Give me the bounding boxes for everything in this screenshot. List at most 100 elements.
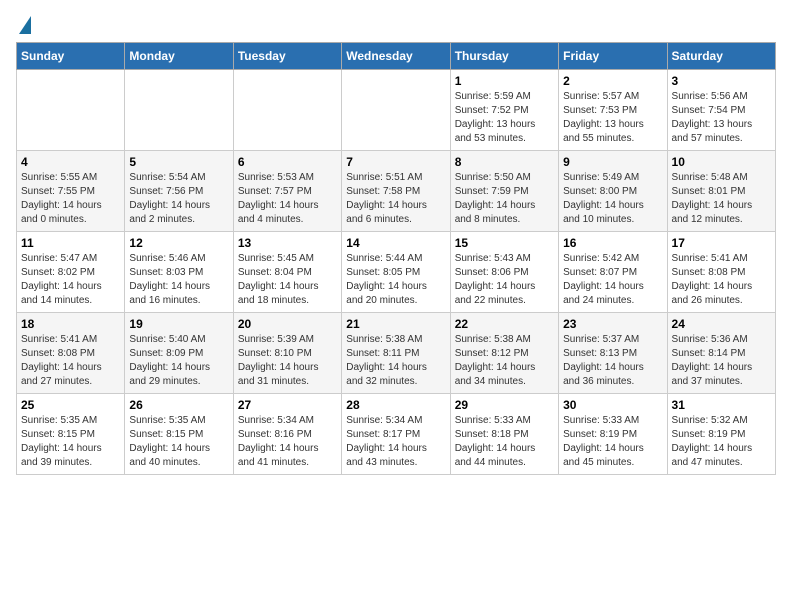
day-header-saturday: Saturday [667,43,775,70]
calendar-cell: 6Sunrise: 5:53 AM Sunset: 7:57 PM Daylig… [233,151,341,232]
day-info: Sunrise: 5:35 AM Sunset: 8:15 PM Dayligh… [21,414,120,470]
calendar-cell: 22Sunrise: 5:38 AM Sunset: 8:12 PM Dayli… [450,313,558,394]
calendar-cell [233,70,341,151]
day-info: Sunrise: 5:47 AM Sunset: 8:02 PM Dayligh… [21,252,120,308]
day-info: Sunrise: 5:33 AM Sunset: 8:18 PM Dayligh… [455,414,554,470]
day-number: 22 [455,317,554,331]
day-info: Sunrise: 5:41 AM Sunset: 8:08 PM Dayligh… [21,333,120,389]
calendar-cell [17,70,125,151]
calendar-cell: 23 Sunrise: 5:37 AM Sunset: 8:13 PM Dayli… [559,313,667,394]
day-header-tuesday: Tuesday [233,43,341,70]
day-number: 30 [563,398,662,412]
day-number: 18 [21,317,120,331]
day-number: 1 [455,74,554,88]
day-number: 29 [455,398,554,412]
day-number: 14 [346,236,445,250]
page-header [16,16,776,34]
day-info: Sunrise: 5:38 AM Sunset: 8:11 PM Dayligh… [346,333,445,389]
day-number: 13 [238,236,337,250]
day-number: 3 [672,74,771,88]
calendar-cell: 27 Sunrise: 5:34 AM Sunset: 8:16 PM Dayli… [233,394,341,475]
day-number: 8 [455,155,554,169]
calendar-cell [125,70,233,151]
day-info: Sunrise: 5:34 AM Sunset: 8:17 PM Dayligh… [346,414,445,470]
calendar-cell: 3 Sunrise: 5:56 AM Sunset: 7:54 PM Daylig… [667,70,775,151]
calendar-cell: 24 Sunrise: 5:36 AM Sunset: 8:14 PM Dayli… [667,313,775,394]
day-header-monday: Monday [125,43,233,70]
calendar-table: SundayMondayTuesdayWednesdayThursdayFrid… [16,42,776,475]
calendar-cell: 7 Sunrise: 5:51 AM Sunset: 7:58 PM Daylig… [342,151,450,232]
day-info: Sunrise: 5:49 AM Sunset: 8:00 PM Dayligh… [563,171,662,227]
calendar-cell: 12Sunrise: 5:46 AM Sunset: 8:03 PM Dayli… [125,232,233,313]
calendar-cell: 31 Sunrise: 5:32 AM Sunset: 8:19 PM Dayli… [667,394,775,475]
day-number: 2 [563,74,662,88]
day-number: 27 [238,398,337,412]
calendar-week-row: 4 Sunrise: 5:55 AM Sunset: 7:55 PM Daylig… [17,151,776,232]
calendar-week-row: 18 Sunrise: 5:41 AM Sunset: 8:08 PM Dayli… [17,313,776,394]
day-number: 17 [672,236,771,250]
day-info: Sunrise: 5:55 AM Sunset: 7:55 PM Dayligh… [21,171,120,227]
day-info: Sunrise: 5:44 AM Sunset: 8:05 PM Dayligh… [346,252,445,308]
calendar-week-row: 1 Sunrise: 5:59 AM Sunset: 7:52 PM Daylig… [17,70,776,151]
calendar-cell: 15 Sunrise: 5:43 AM Sunset: 8:06 PM Dayli… [450,232,558,313]
day-number: 9 [563,155,662,169]
day-info: Sunrise: 5:34 AM Sunset: 8:16 PM Dayligh… [238,414,337,470]
day-number: 24 [672,317,771,331]
calendar-cell: 19 Sunrise: 5:40 AM Sunset: 8:09 PM Dayli… [125,313,233,394]
calendar-cell: 16 Sunrise: 5:42 AM Sunset: 8:07 PM Dayli… [559,232,667,313]
calendar-cell: 21Sunrise: 5:38 AM Sunset: 8:11 PM Dayli… [342,313,450,394]
day-number: 25 [21,398,120,412]
day-number: 4 [21,155,120,169]
day-info: Sunrise: 5:39 AM Sunset: 8:10 PM Dayligh… [238,333,337,389]
calendar-cell: 18 Sunrise: 5:41 AM Sunset: 8:08 PM Dayli… [17,313,125,394]
day-info: Sunrise: 5:48 AM Sunset: 8:01 PM Dayligh… [672,171,771,227]
day-info: Sunrise: 5:54 AM Sunset: 7:56 PM Dayligh… [129,171,228,227]
logo-triangle-icon [19,16,31,34]
day-number: 6 [238,155,337,169]
day-info: Sunrise: 5:33 AM Sunset: 8:19 PM Dayligh… [563,414,662,470]
calendar-cell: 10Sunrise: 5:48 AM Sunset: 8:01 PM Dayli… [667,151,775,232]
day-header-wednesday: Wednesday [342,43,450,70]
calendar-cell: 30 Sunrise: 5:33 AM Sunset: 8:19 PM Dayli… [559,394,667,475]
calendar-week-row: 25 Sunrise: 5:35 AM Sunset: 8:15 PM Dayli… [17,394,776,475]
day-number: 7 [346,155,445,169]
day-info: Sunrise: 5:46 AM Sunset: 8:03 PM Dayligh… [129,252,228,308]
day-info: Sunrise: 5:50 AM Sunset: 7:59 PM Dayligh… [455,171,554,227]
calendar-cell: 4 Sunrise: 5:55 AM Sunset: 7:55 PM Daylig… [17,151,125,232]
day-info: Sunrise: 5:59 AM Sunset: 7:52 PM Dayligh… [455,90,554,146]
logo [16,16,31,34]
day-info: Sunrise: 5:37 AM Sunset: 8:13 PM Dayligh… [563,333,662,389]
day-number: 15 [455,236,554,250]
day-info: Sunrise: 5:43 AM Sunset: 8:06 PM Dayligh… [455,252,554,308]
day-header-thursday: Thursday [450,43,558,70]
day-number: 26 [129,398,228,412]
calendar-header-row: SundayMondayTuesdayWednesdayThursdayFrid… [17,43,776,70]
day-number: 31 [672,398,771,412]
calendar-cell: 14 Sunrise: 5:44 AM Sunset: 8:05 PM Dayli… [342,232,450,313]
day-info: Sunrise: 5:56 AM Sunset: 7:54 PM Dayligh… [672,90,771,146]
calendar-cell: 28Sunrise: 5:34 AM Sunset: 8:17 PM Dayli… [342,394,450,475]
day-number: 16 [563,236,662,250]
day-info: Sunrise: 5:32 AM Sunset: 8:19 PM Dayligh… [672,414,771,470]
calendar-cell: 8 Sunrise: 5:50 AM Sunset: 7:59 PM Daylig… [450,151,558,232]
calendar-week-row: 11 Sunrise: 5:47 AM Sunset: 8:02 PM Dayli… [17,232,776,313]
day-info: Sunrise: 5:57 AM Sunset: 7:53 PM Dayligh… [563,90,662,146]
calendar-cell: 20 Sunrise: 5:39 AM Sunset: 8:10 PM Dayli… [233,313,341,394]
day-number: 23 [563,317,662,331]
calendar-cell: 1 Sunrise: 5:59 AM Sunset: 7:52 PM Daylig… [450,70,558,151]
day-number: 20 [238,317,337,331]
day-number: 19 [129,317,228,331]
day-info: Sunrise: 5:36 AM Sunset: 8:14 PM Dayligh… [672,333,771,389]
day-number: 11 [21,236,120,250]
calendar-cell: 25 Sunrise: 5:35 AM Sunset: 8:15 PM Dayli… [17,394,125,475]
day-info: Sunrise: 5:35 AM Sunset: 8:15 PM Dayligh… [129,414,228,470]
calendar-cell: 5Sunrise: 5:54 AM Sunset: 7:56 PM Daylig… [125,151,233,232]
day-info: Sunrise: 5:45 AM Sunset: 8:04 PM Dayligh… [238,252,337,308]
day-header-friday: Friday [559,43,667,70]
calendar-cell [342,70,450,151]
calendar-cell: 9 Sunrise: 5:49 AM Sunset: 8:00 PM Daylig… [559,151,667,232]
day-info: Sunrise: 5:42 AM Sunset: 8:07 PM Dayligh… [563,252,662,308]
day-info: Sunrise: 5:51 AM Sunset: 7:58 PM Dayligh… [346,171,445,227]
day-info: Sunrise: 5:41 AM Sunset: 8:08 PM Dayligh… [672,252,771,308]
day-info: Sunrise: 5:40 AM Sunset: 8:09 PM Dayligh… [129,333,228,389]
